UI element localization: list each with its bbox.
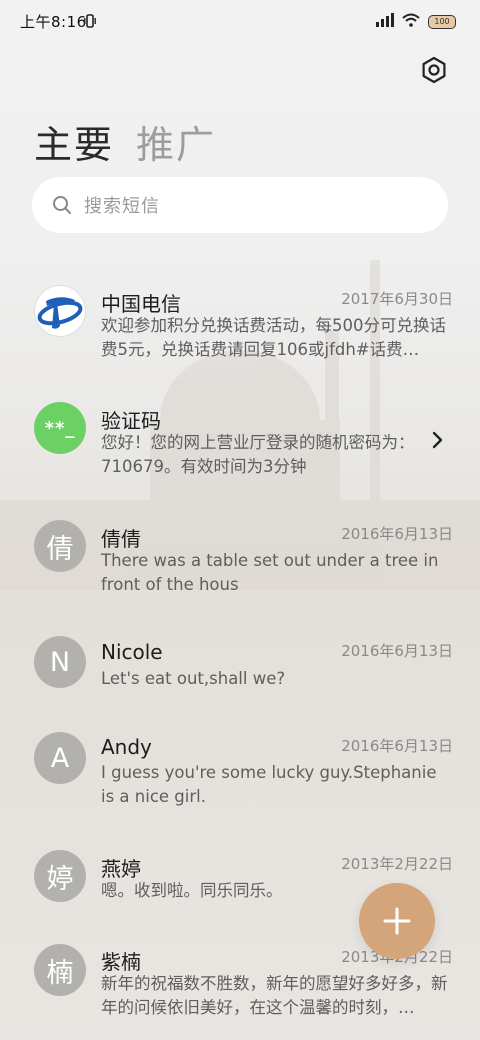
- message-date: 2013年2月22日: [341, 855, 453, 873]
- message-preview: 您好！您的网上营业厅登录的随机密码为：710679。有效时间为3分钟: [101, 433, 415, 476]
- avatar: **_: [34, 402, 86, 454]
- new-message-button[interactable]: [359, 883, 435, 959]
- wifi-icon: [402, 12, 420, 31]
- avatar: A: [34, 732, 86, 784]
- message-preview: I guess you're some lucky guy.Stephanie …: [101, 763, 437, 806]
- conversation-item[interactable]: 倩 倩倩 2016年6月13日 There was a table set ou…: [0, 518, 480, 608]
- avatar: 楠: [34, 944, 86, 996]
- conversation-item[interactable]: A Andy 2016年6月13日 I guess you're some lu…: [0, 730, 480, 820]
- sender-name: Andy: [101, 735, 152, 759]
- tab-bar: 主要 推广: [34, 114, 216, 169]
- conversation-item[interactable]: **_ 验证码 您好！您的网上营业厅登录的随机密码为：710679。有效时间为3…: [0, 400, 480, 490]
- message-date: 2017年6月30日: [341, 290, 453, 308]
- sender-name: 验证码: [101, 409, 161, 433]
- sender-name: 燕婷: [101, 857, 141, 881]
- avatar: 婷: [34, 850, 86, 902]
- message-date: 2016年6月13日: [341, 737, 453, 755]
- plus-icon: [383, 907, 411, 935]
- tab-primary[interactable]: 主要: [34, 114, 114, 169]
- search-placeholder: 搜索短信: [84, 196, 160, 217]
- conversation-item[interactable]: N Nicole 2016年6月13日 Let's eat out,shall …: [0, 636, 480, 706]
- message-preview: Let's eat out,shall we?: [101, 669, 286, 688]
- sender-name: 中国电信: [101, 292, 181, 316]
- search-input[interactable]: 搜索短信: [32, 177, 448, 233]
- sender-name: 紫楠: [101, 950, 141, 974]
- chevron-right-icon[interactable]: [430, 431, 446, 453]
- settings-hexagon-icon: [422, 56, 446, 84]
- sender-name: 倩倩: [101, 527, 141, 551]
- search-icon: [53, 196, 71, 214]
- avatar: 倩: [34, 520, 86, 572]
- message-preview: There was a table set out under a tree i…: [101, 551, 439, 594]
- avatar: N: [34, 636, 86, 688]
- message-preview: 欢迎参加积分兑换话费活动，每500分可兑换话费5元，兑换话费请回复106或jfd…: [101, 316, 446, 359]
- message-preview: 新年的祝福数不胜数，新年的愿望好多好多，新年的问候依旧美好，在这个温馨的时刻，…: [101, 974, 448, 1017]
- tab-promotions[interactable]: 推广: [136, 114, 216, 169]
- message-date: 2016年6月13日: [341, 525, 453, 543]
- settings-button[interactable]: [418, 54, 450, 86]
- conversation-item[interactable]: 中国电信 2017年6月30日 欢迎参加积分兑换话费活动，每500分可兑换话费5…: [0, 280, 480, 376]
- battery-icon: 100: [428, 14, 456, 29]
- status-bar: 上午8:16 100: [0, 0, 480, 40]
- status-time: 上午8:16: [20, 13, 87, 31]
- message-date: 2016年6月13日: [341, 642, 453, 660]
- sender-name: Nicole: [101, 640, 163, 664]
- telecom-logo-icon: [34, 285, 86, 337]
- signal-icon: [376, 12, 394, 31]
- conversation-item[interactable]: 楠 紫楠 2013年2月22日 新年的祝福数不胜数，新年的愿望好多好多，新年的问…: [0, 944, 480, 1034]
- vibrate-icon: [84, 13, 96, 32]
